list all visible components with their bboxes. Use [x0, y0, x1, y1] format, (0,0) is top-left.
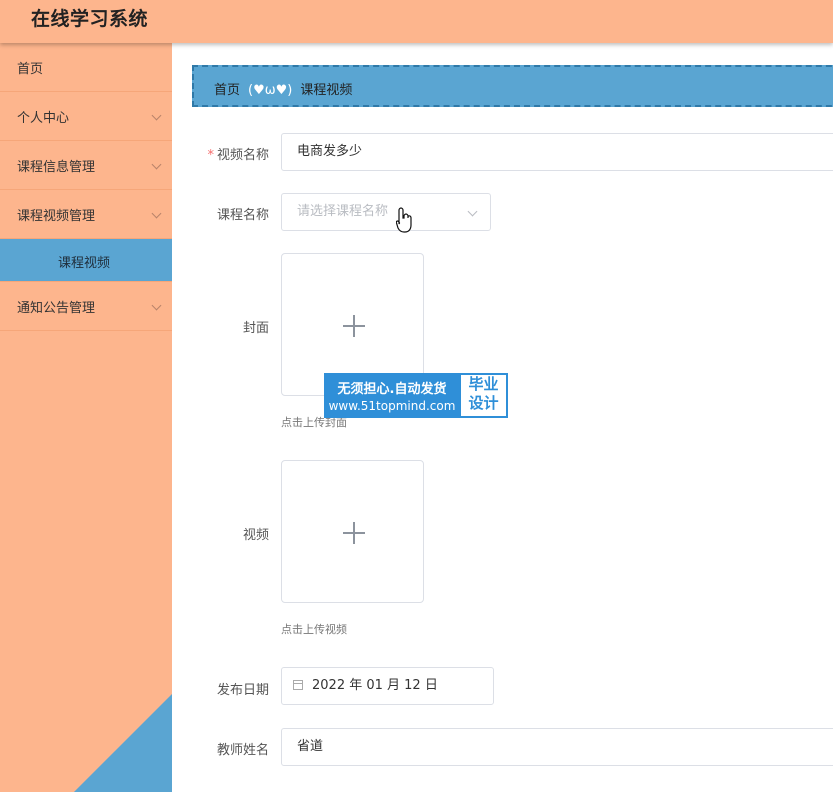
breadcrumb-home-link[interactable]: 首页: [214, 83, 240, 98]
video-label: 视频: [242, 528, 269, 543]
video-name-value: 电商发多少: [297, 144, 363, 159]
breadcrumb-current: 课程视频: [300, 83, 353, 98]
sidebar-item-personal-center[interactable]: 个人中心: [0, 92, 172, 141]
course-name-placeholder: 请选择课程名称: [297, 204, 389, 219]
teacher-name-value: 省道: [297, 739, 324, 754]
sidebar-item-label: 首页: [17, 62, 44, 77]
sidebar-item-notice[interactable]: 通知公告管理: [0, 282, 172, 331]
breadcrumb: 首页 (♥ω♥) 课程视频: [192, 65, 833, 107]
watermark-side-top: 毕业: [468, 375, 499, 393]
video-name-label: * 视频名称: [207, 148, 269, 163]
plus-icon: [343, 522, 365, 544]
watermark-line2: www.51topmind.com: [328, 399, 456, 413]
calendar-icon: [293, 680, 303, 690]
sidebar-subitem-course-video[interactable]: 课程视频: [0, 239, 172, 282]
sidebar-item-label: 个人中心: [17, 111, 70, 126]
video-upload-box[interactable]: [281, 460, 424, 603]
hand-cursor-icon: [396, 207, 412, 233]
sidebar: 首页 个人中心 课程信息管理 课程视频管理 课程视频 通知公告管理: [0, 43, 172, 792]
sidebar-item-label: 课程视频管理: [17, 209, 96, 224]
sidebar-item-home[interactable]: 首页: [0, 43, 172, 92]
publish-date-value: 2022 年 01 月 12 日: [312, 678, 438, 693]
watermark-text: 无须担心.自动发货 www.51topmind.com: [324, 373, 460, 418]
chevron-down-icon: [151, 300, 162, 311]
cover-label: 封面: [242, 321, 269, 336]
breadcrumb-separator: (♥ω♥): [248, 83, 293, 98]
chevron-down-icon: [151, 208, 162, 219]
decorative-corner: [73, 694, 172, 792]
chevron-down-icon: [151, 110, 162, 121]
video-hint: 点击上传视频: [281, 623, 347, 636]
top-header: 在线学习系统: [0, 0, 833, 43]
watermark-badge: 无须担心.自动发货 www.51topmind.com 毕业 设计: [324, 373, 508, 418]
plus-icon: [343, 315, 365, 337]
course-name-label: 课程名称: [216, 208, 269, 223]
sidebar-item-label: 通知公告管理: [17, 301, 96, 316]
watermark-side-bottom: 设计: [468, 394, 499, 412]
watermark-side: 毕业 设计: [461, 375, 506, 416]
sidebar-item-course-video[interactable]: 课程视频管理: [0, 190, 172, 239]
breadcrumb-text: 首页 (♥ω♥) 课程视频: [214, 79, 352, 98]
teacher-name-input[interactable]: 省道: [281, 728, 833, 766]
chevron-down-icon: [151, 159, 162, 170]
course-name-select[interactable]: 请选择课程名称: [281, 193, 491, 231]
sidebar-item-course-info[interactable]: 课程信息管理: [0, 141, 172, 190]
required-asterisk: *: [207, 148, 214, 163]
app-title: 在线学习系统: [31, 8, 149, 30]
sidebar-item-label: 课程信息管理: [17, 160, 96, 175]
publish-date-label: 发布日期: [216, 683, 269, 698]
publish-date-picker[interactable]: 2022 年 01 月 12 日: [281, 667, 494, 705]
chevron-down-icon: [467, 206, 478, 217]
teacher-name-label: 教师姓名: [216, 743, 269, 758]
watermark-line1: 无须担心.自动发货: [337, 382, 447, 397]
sidebar-subitem-label: 课程视频: [58, 256, 111, 271]
video-name-input[interactable]: 电商发多少: [281, 133, 833, 171]
